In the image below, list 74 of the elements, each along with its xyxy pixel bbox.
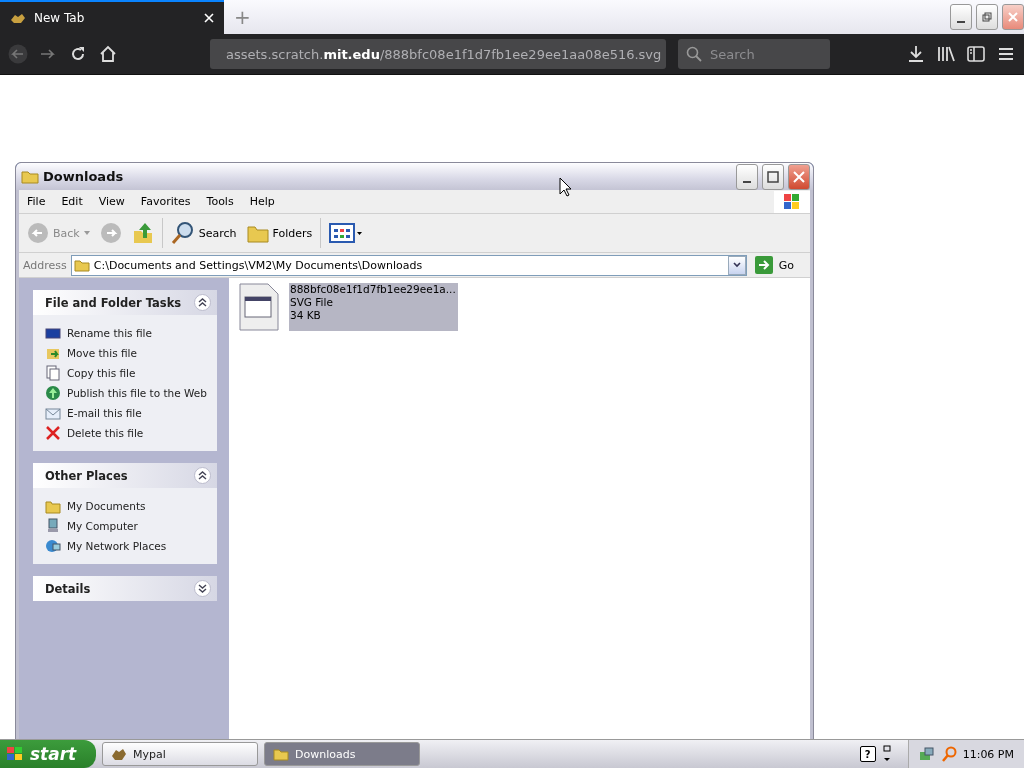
collapse-icon[interactable] <box>194 294 211 311</box>
tab-title: New Tab <box>34 11 86 25</box>
minimize-button[interactable] <box>950 4 972 30</box>
panel-title: File and Folder Tasks <box>45 295 183 310</box>
network-tray-icon[interactable] <box>918 746 935 762</box>
restore-button[interactable] <box>976 4 998 30</box>
network-globe-icon <box>45 538 61 554</box>
minimize-icon <box>743 180 751 183</box>
mouse-cursor-icon <box>559 177 573 197</box>
task-link[interactable]: My Computer <box>45 518 209 534</box>
taskbar-button[interactable]: Downloads <box>264 742 420 766</box>
close-icon[interactable] <box>204 13 214 23</box>
delete-icon <box>45 425 61 441</box>
menu-item[interactable]: Favorites <box>132 195 199 208</box>
folder-icon <box>21 169 39 184</box>
start-button[interactable]: start <box>0 740 96 768</box>
maximize-button[interactable] <box>762 163 784 190</box>
file-label[interactable]: 888bfc08e1f1d7fb1ee29ee1a... SVG File 34 KB <box>289 283 458 331</box>
taskbar-button[interactable]: Mypal <box>102 742 258 766</box>
url-field[interactable]: assets.scratch.mit.edu/888bfc08e1f1d7fb1ee29ee1aa08e516.svg <box>210 39 666 69</box>
address-field[interactable]: C:\Documents and Settings\VM2\My Documents\Downloads <box>70 254 747 276</box>
chevron-down-icon <box>732 262 741 268</box>
task-link[interactable]: Publish this file to the Web <box>45 385 209 401</box>
home-icon[interactable] <box>98 44 118 64</box>
file-icon[interactable] <box>239 283 279 331</box>
folder-icon <box>273 747 289 761</box>
menu-item[interactable]: Help <box>241 195 283 208</box>
menu-item[interactable]: File <box>19 195 54 208</box>
menu-item[interactable]: Edit <box>53 195 91 208</box>
back-icon[interactable] <box>8 44 28 64</box>
search-button[interactable]: Search <box>168 219 239 247</box>
restore-arrow-icon[interactable] <box>881 745 892 763</box>
windows-logo-icon <box>774 190 810 213</box>
view-grid-icon <box>329 223 364 243</box>
clock: 11:06 PM <box>962 747 1014 761</box>
restore-icon <box>982 12 992 22</box>
folder-icon <box>73 258 90 272</box>
maximize-icon <box>767 170 779 183</box>
sidebar-icon[interactable] <box>966 44 986 64</box>
task-link[interactable]: My Network Places <box>45 538 209 554</box>
task-link[interactable]: E-mail this file <box>45 405 209 421</box>
task-link[interactable]: My Documents <box>45 498 209 514</box>
expand-icon[interactable] <box>194 580 211 597</box>
windows-logo-icon <box>6 746 24 762</box>
close-button[interactable] <box>788 163 810 190</box>
panel-title: Details <box>45 581 92 596</box>
panel-title: Other Places <box>45 468 129 483</box>
collapse-icon[interactable] <box>194 467 211 484</box>
minimize-button[interactable] <box>736 163 758 190</box>
folder-icon <box>45 498 61 514</box>
task-link[interactable]: Delete this file <box>45 425 209 441</box>
close-button[interactable] <box>1002 4 1024 30</box>
library-icon[interactable] <box>936 44 956 64</box>
menu-item[interactable]: View <box>90 195 133 208</box>
window-title: Downloads <box>43 169 125 184</box>
search-icon <box>686 46 702 62</box>
folders-button[interactable]: Folders <box>244 220 315 246</box>
minimize-icon <box>957 21 965 23</box>
download-icon[interactable] <box>906 44 926 64</box>
address-label: Address <box>23 258 67 272</box>
dropdown-button[interactable] <box>727 255 746 275</box>
task-link[interactable]: Copy this file <box>45 365 209 381</box>
pages-icon <box>45 365 61 381</box>
search-icon <box>170 221 195 245</box>
task-link[interactable]: Rename this file <box>45 325 209 341</box>
computer-icon <box>45 518 61 534</box>
envelope-icon <box>45 405 61 421</box>
menu-item[interactable]: Tools <box>198 195 242 208</box>
go-button[interactable]: Go <box>750 256 806 274</box>
folder-up-icon <box>131 221 154 245</box>
help-icon[interactable]: ? <box>859 746 876 762</box>
task-link[interactable]: Move this file <box>45 345 209 361</box>
close-icon <box>1008 12 1018 22</box>
close-icon <box>793 170 805 183</box>
